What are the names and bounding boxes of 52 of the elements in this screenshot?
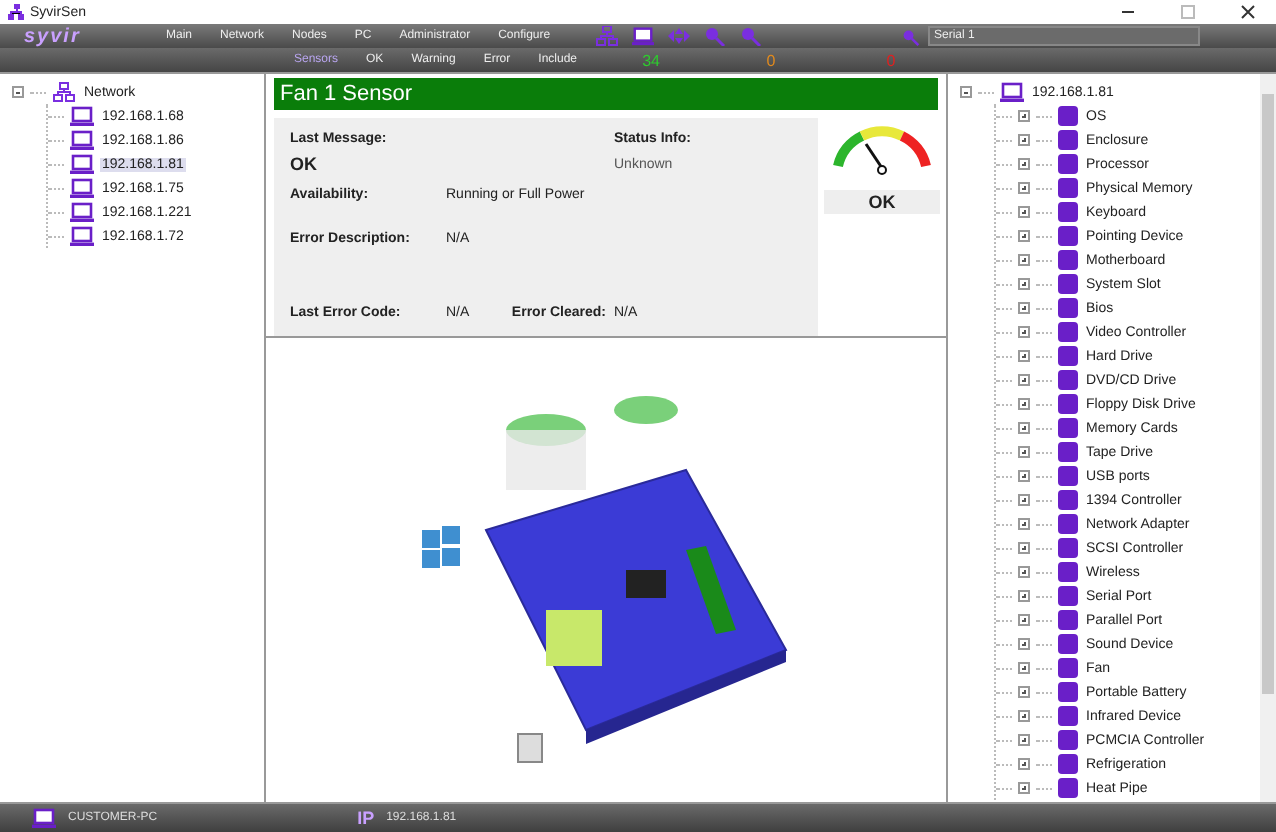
- computer-icon: [70, 226, 94, 246]
- computer-icon[interactable]: [632, 26, 655, 46]
- app-logo: syvir: [22, 25, 83, 47]
- expand-toggle[interactable]: [1018, 734, 1030, 746]
- expand-toggle[interactable]: [1018, 110, 1030, 122]
- network-icon: [52, 82, 76, 102]
- expand-toggle[interactable]: [1018, 710, 1030, 722]
- expand-toggle[interactable]: [1018, 254, 1030, 266]
- gauge-status: OK: [824, 190, 940, 214]
- expand-toggle[interactable]: [1018, 446, 1030, 458]
- computer-icon: [70, 130, 94, 150]
- expand-toggle[interactable]: [1018, 566, 1030, 578]
- expand-toggle[interactable]: [1018, 614, 1030, 626]
- expand-toggle[interactable]: [1018, 638, 1030, 650]
- app-icon: [8, 4, 24, 20]
- status-count: 0: [884, 51, 898, 69]
- computer-icon: [70, 178, 94, 198]
- close-icon[interactable]: [1240, 4, 1256, 20]
- computer-icon: [1000, 82, 1024, 102]
- expand-toggle[interactable]: [1018, 758, 1030, 770]
- computer-icon: [70, 202, 94, 222]
- computer-icon: [32, 808, 56, 828]
- expand-toggle[interactable]: [1018, 782, 1030, 794]
- expand-toggle[interactable]: [1018, 494, 1030, 506]
- computer-icon: [70, 106, 94, 126]
- expand-toggle[interactable]: [1018, 590, 1030, 602]
- computer-icon: [70, 154, 94, 174]
- expand-toggle[interactable]: [1018, 662, 1030, 674]
- expand-toggle[interactable]: [1018, 278, 1030, 290]
- collapse-toggle[interactable]: [12, 86, 24, 98]
- field-value: OK: [290, 154, 319, 174]
- expand-toggle[interactable]: [1018, 374, 1030, 386]
- expand-toggle[interactable]: [1018, 686, 1030, 698]
- collapse-toggle[interactable]: [960, 86, 972, 98]
- expand-toggle[interactable]: [1018, 230, 1030, 242]
- expand-toggle[interactable]: [1018, 326, 1030, 338]
- status-count: 34: [640, 51, 662, 69]
- expand-toggle[interactable]: [1018, 206, 1030, 218]
- expand-toggle[interactable]: [1018, 182, 1030, 194]
- expand-toggle[interactable]: [1018, 134, 1030, 146]
- ip-label: IP: [357, 808, 375, 828]
- sensor-title-bar: Fan 1 Sensor: [274, 78, 938, 110]
- expand-toggle[interactable]: [1018, 350, 1030, 362]
- expand-toggle[interactable]: [1018, 470, 1030, 482]
- expand-toggle[interactable]: [1018, 398, 1030, 410]
- expand-toggle[interactable]: [1018, 542, 1030, 554]
- expand-toggle[interactable]: [1018, 518, 1030, 530]
- scrollbar[interactable]: [1260, 74, 1276, 802]
- expand-toggle[interactable]: [1018, 422, 1030, 434]
- expand-toggle[interactable]: [1018, 302, 1030, 314]
- status-count: 0: [764, 51, 778, 69]
- expand-toggle[interactable]: [1018, 158, 1030, 170]
